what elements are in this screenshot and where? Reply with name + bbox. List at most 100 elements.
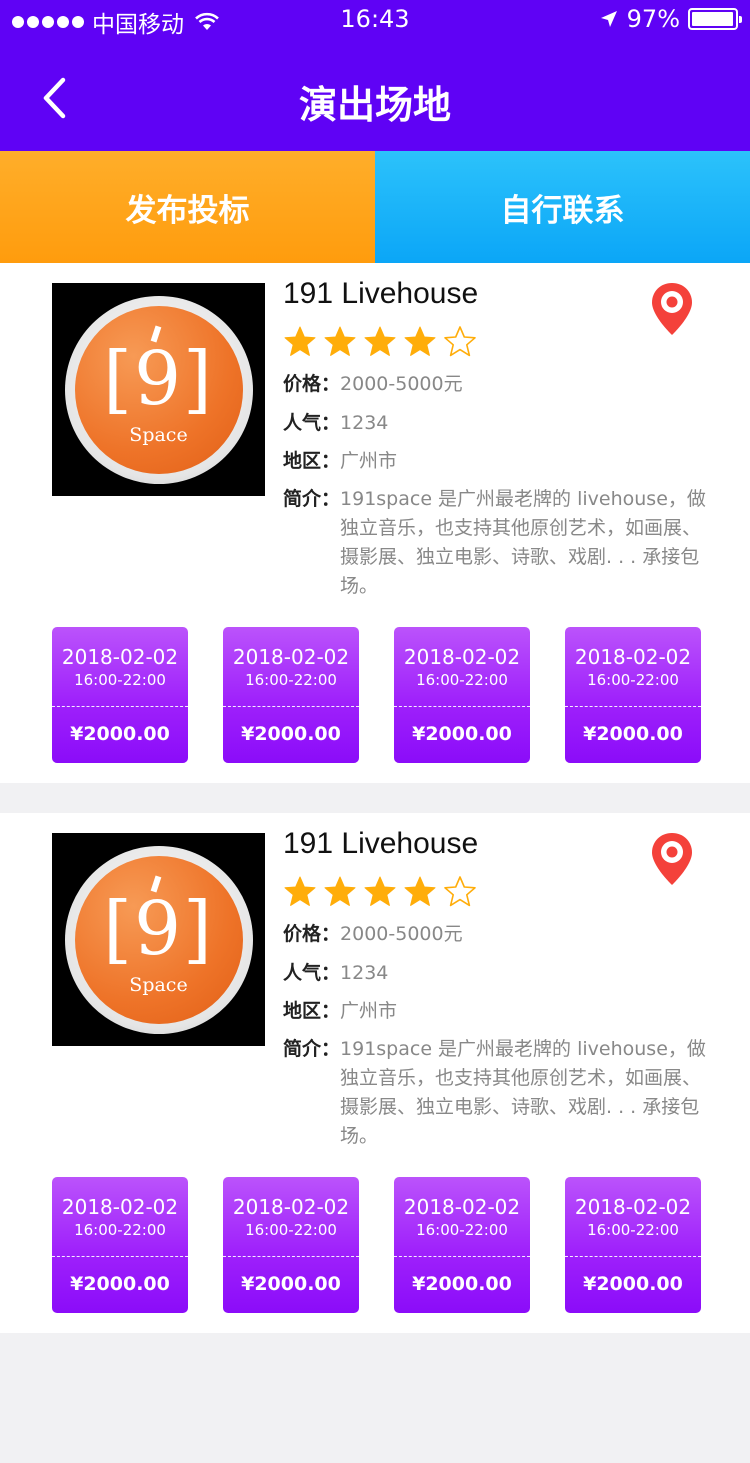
region-label: 地区： — [283, 1000, 341, 1022]
intro-row: 简介： 191space 是广州最老牌的 livehouse，做独立音乐，也支持其… — [283, 1035, 713, 1151]
battery-percent: 97% — [626, 5, 680, 33]
page-title: 演出场地 — [298, 83, 451, 127]
slot-time: 16:00-22:00 — [74, 671, 166, 689]
venue-name[interactable]: 191 Livehouse — [283, 827, 478, 861]
slot-price: ¥2000.00 — [241, 723, 341, 745]
venue-logo: [9] Space — [52, 833, 265, 1046]
slot-divider — [52, 706, 188, 707]
star-filled-icon — [324, 876, 356, 906]
time-slot[interactable]: 2018-02-02 16:00-22:00 ¥2000.00 — [394, 627, 530, 763]
time-slot[interactable]: 2018-02-02 16:00-22:00 ¥2000.00 — [52, 1177, 188, 1313]
slot-time: 16:00-22:00 — [587, 1221, 679, 1239]
slot-price: ¥2000.00 — [583, 1273, 683, 1295]
self-contact-button[interactable]: 自行联系 — [375, 151, 750, 263]
star-filled-icon — [404, 326, 436, 356]
publish-bid-button[interactable]: 发布投标 — [0, 151, 375, 263]
map-pin-icon[interactable] — [650, 281, 694, 337]
battery-fill — [692, 12, 733, 26]
slot-time: 16:00-22:00 — [245, 671, 337, 689]
popularity-row: 人气：1234 — [283, 409, 388, 437]
slot-time: 16:00-22:00 — [587, 671, 679, 689]
slot-price: ¥2000.00 — [412, 1273, 512, 1295]
star-filled-icon — [364, 876, 396, 906]
slot-date: 2018-02-02 — [574, 1195, 692, 1219]
slot-time: 16:00-22:00 — [245, 1221, 337, 1239]
star-filled-icon — [364, 326, 396, 356]
logo-disc: [9] Space — [74, 305, 243, 474]
region-label: 地区： — [283, 450, 341, 472]
slot-date: 2018-02-02 — [574, 645, 692, 669]
slot-divider — [565, 706, 701, 707]
rating-stars — [283, 875, 477, 909]
battery-icon — [688, 8, 742, 30]
logo-number: [9] — [103, 335, 214, 422]
star-filled-icon — [324, 326, 356, 356]
slot-time: 16:00-22:00 — [416, 1221, 508, 1239]
logo-space-text: Space — [129, 973, 188, 996]
time-slot[interactable]: 2018-02-02 16:00-22:00 ¥2000.00 — [394, 1177, 530, 1313]
logo-space-text: Space — [129, 423, 188, 446]
rating-stars — [283, 325, 477, 359]
region-row: 地区：广州市 — [283, 447, 397, 475]
star-filled-icon — [284, 326, 316, 356]
logo-ring: [9] Space — [64, 295, 253, 484]
time-slot[interactable]: 2018-02-02 16:00-22:00 ¥2000.00 — [52, 627, 188, 763]
star-empty-icon — [444, 876, 476, 907]
app-header: 中国移动 16:43 97% 演出场地 — [0, 0, 750, 151]
venue-name[interactable]: 191 Livehouse — [283, 277, 478, 311]
logo-number: [9] — [103, 885, 214, 972]
slot-date: 2018-02-02 — [403, 1195, 521, 1219]
popularity-label: 人气： — [283, 962, 341, 984]
popularity-value: 1234 — [340, 962, 389, 984]
venue-card[interactable]: [9] Space 191 Livehouse 价格：2000-5000元 人气… — [0, 813, 750, 1333]
slot-date: 2018-02-02 — [232, 1195, 350, 1219]
venue-card[interactable]: [9] Space 191 Livehouse 价格：2000-5000元 人气… — [0, 263, 750, 783]
price-label: 价格： — [283, 373, 341, 395]
intro-label: 简介： — [283, 1038, 341, 1060]
time-slot[interactable]: 2018-02-02 16:00-22:00 ¥2000.00 — [223, 1177, 359, 1313]
status-bar: 中国移动 16:43 97% — [0, 0, 750, 40]
slot-date: 2018-02-02 — [232, 645, 350, 669]
slot-price: ¥2000.00 — [583, 723, 683, 745]
venue-logo: [9] Space — [52, 283, 265, 496]
intro-label: 简介： — [283, 488, 341, 510]
slot-divider — [223, 1256, 359, 1257]
slot-price: ¥2000.00 — [412, 723, 512, 745]
region-value: 广州市 — [340, 1000, 398, 1022]
location-arrow-icon — [600, 11, 617, 27]
time-slot[interactable]: 2018-02-02 16:00-22:00 ¥2000.00 — [565, 1177, 701, 1313]
price-label: 价格： — [283, 923, 341, 945]
slot-divider — [52, 1256, 188, 1257]
price-row: 价格：2000-5000元 — [283, 920, 463, 948]
popularity-value: 1234 — [340, 412, 389, 434]
popularity-label: 人气： — [283, 412, 341, 434]
region-row: 地区：广州市 — [283, 997, 397, 1025]
status-right: 97% — [599, 5, 742, 33]
intro-row: 简介： 191space 是广州最老牌的 livehouse，做独立音乐，也支持其… — [283, 485, 713, 601]
time-slots: 2018-02-02 16:00-22:00 ¥2000.00 2018-02-… — [52, 1177, 701, 1313]
star-filled-icon — [404, 876, 436, 906]
time-slots: 2018-02-02 16:00-22:00 ¥2000.00 2018-02-… — [52, 627, 701, 763]
intro-text: 191space 是广州最老牌的 livehouse，做独立音乐，也支持其他原创… — [340, 488, 706, 597]
slot-price: ¥2000.00 — [241, 1273, 341, 1295]
slot-divider — [394, 1256, 530, 1257]
slot-price: ¥2000.00 — [70, 723, 170, 745]
slot-price: ¥2000.00 — [70, 1273, 170, 1295]
slot-time: 16:00-22:00 — [74, 1221, 166, 1239]
region-value: 广州市 — [340, 450, 398, 472]
intro-text: 191space 是广州最老牌的 livehouse，做独立音乐，也支持其他原创… — [340, 1038, 706, 1147]
slot-divider — [394, 706, 530, 707]
map-pin-icon[interactable] — [650, 831, 694, 887]
slot-date: 2018-02-02 — [61, 1195, 179, 1219]
logo-disc: [9] Space — [74, 855, 243, 1024]
logo-ring: [9] Space — [64, 845, 253, 1034]
slot-divider — [565, 1256, 701, 1257]
price-row: 价格：2000-5000元 — [283, 370, 463, 398]
slot-time: 16:00-22:00 — [416, 671, 508, 689]
time-slot[interactable]: 2018-02-02 16:00-22:00 ¥2000.00 — [223, 627, 359, 763]
slot-date: 2018-02-02 — [61, 645, 179, 669]
time-slot[interactable]: 2018-02-02 16:00-22:00 ¥2000.00 — [565, 627, 701, 763]
price-value: 2000-5000元 — [340, 373, 463, 395]
action-bar: 发布投标 自行联系 — [0, 151, 750, 263]
star-empty-icon — [444, 326, 476, 357]
